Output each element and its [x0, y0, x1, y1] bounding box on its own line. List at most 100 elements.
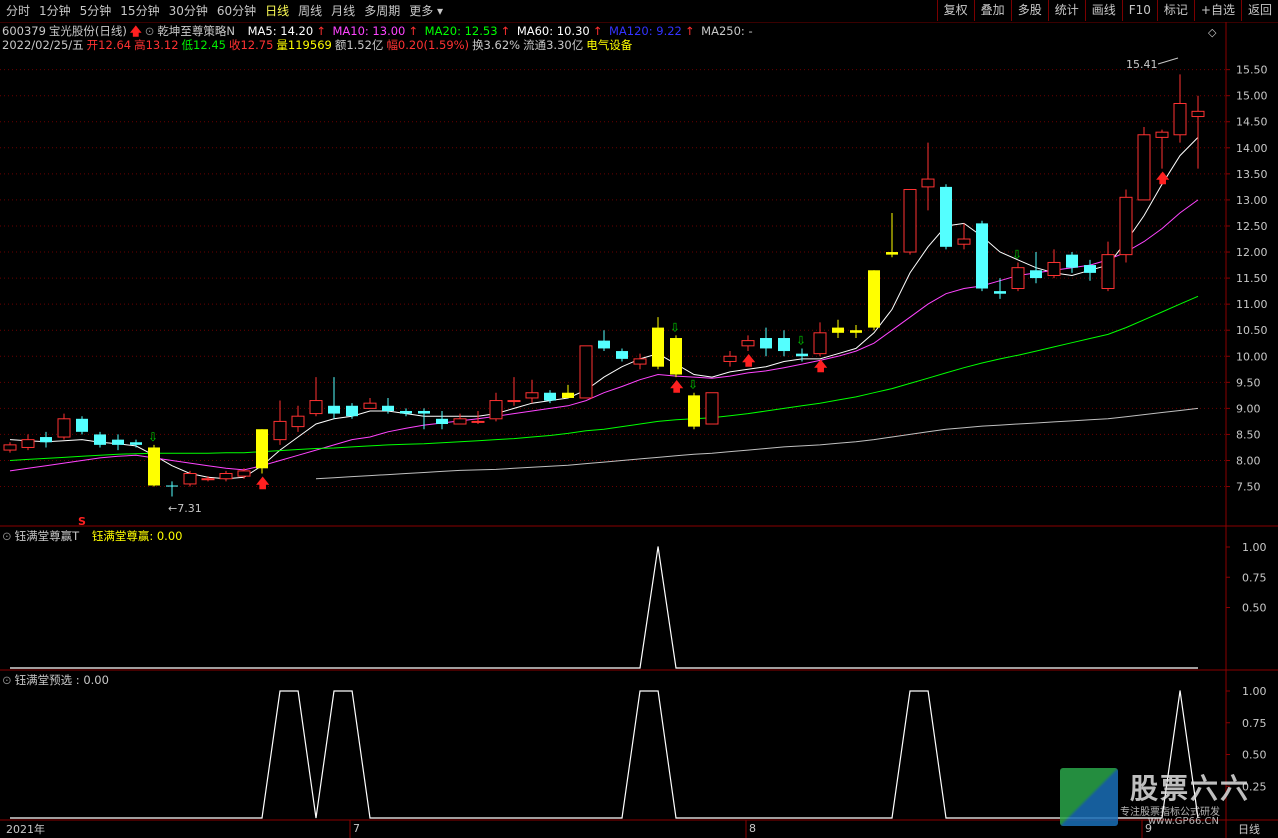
y-tick-label: 13.50 [1236, 168, 1268, 181]
candle-body [652, 327, 664, 367]
candle-body [957, 238, 971, 245]
buy-arrow-icon: 🡅 [256, 477, 270, 492]
x-month-label: 8 [749, 822, 756, 835]
panel2-line [10, 546, 1198, 669]
ma-line-ma20 [9, 295, 1199, 461]
sell-arrow-icon: ⇩ [688, 378, 698, 392]
y-tick-label: 7.50 [1236, 481, 1261, 494]
panel3-title[interactable]: 钰满堂预选 : 0.00 [15, 673, 109, 687]
candle-body [148, 447, 160, 486]
candle-body [741, 340, 755, 347]
candle-body [940, 186, 952, 247]
x-month-label: 7 [353, 822, 360, 835]
candle-body [544, 392, 556, 401]
candle-body [382, 405, 394, 411]
candle-body [237, 470, 251, 477]
candle-body [273, 420, 287, 441]
candle-body [418, 410, 430, 414]
y-tick-label: 1.00 [1242, 541, 1267, 554]
watermark-logo-icon [1060, 768, 1118, 826]
candle-body [760, 338, 772, 349]
y-tick-label: 0.75 [1242, 571, 1267, 584]
candle-body [994, 291, 1006, 294]
candle-body [1084, 265, 1096, 273]
panel2-title[interactable]: 钰满堂尊赢T [15, 529, 80, 543]
y-tick-label: 0.50 [1242, 602, 1267, 615]
candle-body [363, 402, 377, 409]
panel2-header: ⊙ 钰满堂尊赢T 钰满堂尊赢: 0.00 [2, 529, 185, 543]
kline-chart[interactable]: 7.50 8.00 8.50 9.00 9.50 10.00 10.50 11.00 11.50… [0, 0, 1278, 838]
y-tick-label: 11.00 [1236, 298, 1268, 311]
candle-body [1173, 103, 1187, 136]
candle-body [778, 338, 790, 352]
y-tick-label: 15.50 [1236, 64, 1268, 77]
candle-body [76, 418, 88, 432]
buy-arrow-icon: 🡅 [1156, 172, 1170, 187]
y-tick-label: 15.00 [1236, 90, 1268, 103]
watermark-title: 股票六六 [1130, 772, 1251, 805]
y-tick-label: 10.50 [1236, 324, 1268, 337]
panel-toggle-icon[interactable]: ⊙ [2, 529, 12, 543]
candle-body [328, 405, 340, 414]
ma-line-ma60 [315, 407, 1199, 480]
y-tick-label: 0.75 [1242, 717, 1267, 730]
candle-body [1030, 270, 1042, 279]
candle-body [57, 418, 71, 438]
candle-body [705, 392, 719, 425]
watermark: 股票六六 专注股票指标公式研发 www.GP66.CN [1060, 767, 1270, 829]
candle-body [3, 444, 17, 451]
candle-body [507, 400, 521, 403]
candle-body [1066, 254, 1078, 268]
buy-arrow-icon: 🡅 [742, 354, 756, 369]
buy-arrow-icon: 🡅 [670, 380, 684, 395]
candle-body [832, 327, 844, 333]
candle-body [723, 355, 737, 362]
candle-body [309, 400, 323, 415]
candle-body [1191, 110, 1205, 118]
candle-body [201, 478, 215, 481]
candle-body [453, 418, 467, 425]
candle-body [688, 395, 700, 427]
diamond-icon: ◇ [1208, 26, 1217, 39]
candle-body [1101, 254, 1115, 290]
candle-body [579, 345, 593, 399]
candle-body [166, 485, 178, 487]
candle-body [94, 434, 106, 445]
candle-body [1119, 196, 1133, 256]
candle-body [525, 392, 539, 399]
y-tick-label: 0.50 [1242, 749, 1267, 762]
candle-body [868, 270, 880, 328]
candle-body [976, 223, 988, 289]
candle-body [598, 340, 610, 349]
y-tick-label: 13.00 [1236, 194, 1268, 207]
buy-arrow-icon: 🡅 [814, 359, 828, 374]
y-tick-label: 12.50 [1236, 220, 1268, 233]
candle-body [850, 330, 862, 333]
candle-body [489, 400, 503, 420]
y-tick-label: 10.00 [1236, 350, 1268, 363]
candle-body [471, 420, 485, 423]
candle-body [562, 392, 574, 398]
candle-body [256, 429, 268, 469]
candle-body [886, 252, 898, 255]
candle-body [796, 353, 808, 357]
high-price-label: 15.41 [1126, 58, 1158, 71]
y-tick-label: 8.00 [1236, 454, 1261, 467]
x-year-label: 2021年 [6, 823, 45, 836]
candle-body [616, 351, 628, 359]
panel3-line [10, 690, 1199, 819]
candle-body [813, 332, 827, 355]
y-tick-label: 11.50 [1236, 272, 1268, 285]
y-tick-label: 1.00 [1242, 685, 1267, 698]
ma-line-ma5 [9, 137, 1199, 480]
y-tick-label: 9.50 [1236, 376, 1261, 389]
y-tick-label: 12.00 [1236, 246, 1268, 259]
s-marker: S [78, 515, 86, 528]
candle-body [291, 415, 305, 428]
y-tick-label: 9.00 [1236, 402, 1261, 415]
sell-arrow-icon: ⇩ [670, 320, 680, 334]
candle-body [633, 358, 647, 365]
panel2-label: 钰满堂尊赢: 0.00 [91, 529, 183, 543]
panel-toggle-icon[interactable]: ⊙ [2, 673, 12, 687]
candle-body [436, 418, 448, 425]
